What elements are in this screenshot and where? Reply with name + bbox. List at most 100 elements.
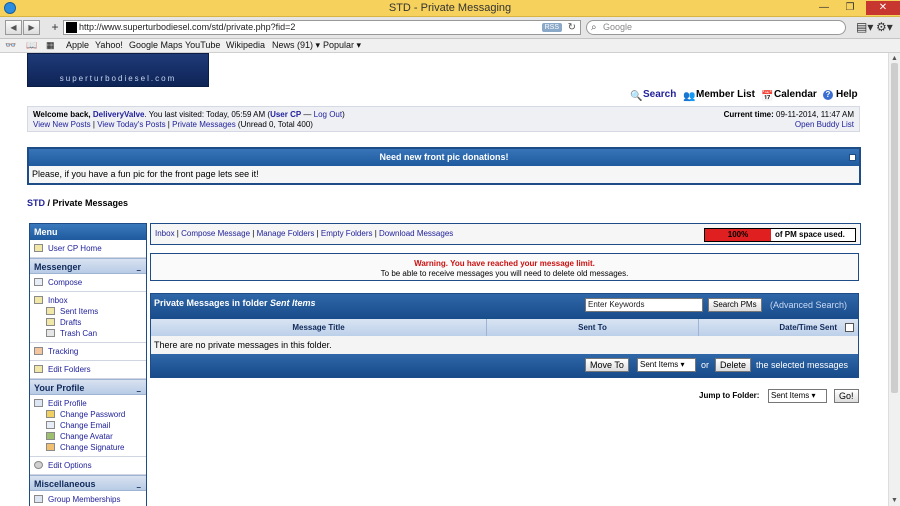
jump-folder-select[interactable]: Sent Items ▾ <box>768 389 827 403</box>
manage-folders-link[interactable]: Manage Folders <box>257 229 315 238</box>
forward-icon[interactable]: ▶ <box>23 20 40 35</box>
menu-item-inbox[interactable]: Inbox <box>30 295 146 306</box>
reading-list-icon[interactable]: 👓 <box>5 40 16 51</box>
scroll-up-icon[interactable]: ▲ <box>891 55 898 62</box>
reload-icon[interactable]: ↻ <box>568 21 576 34</box>
browser-toolbar: ◀ ▶ + http://www.superturbodiesel.com/st… <box>0 17 900 39</box>
username-link[interactable]: DeliveryValve <box>93 110 145 119</box>
jump-label: Jump to Folder: <box>699 391 760 400</box>
pm-toolbar: Inbox | Compose Message | Manage Folders… <box>150 223 861 245</box>
bookmark-yahoo[interactable]: Yahoo! <box>95 40 123 50</box>
menu-item-label: Drafts <box>60 318 82 327</box>
menu-item-edit-options[interactable]: Edit Options <box>30 460 146 471</box>
go-button[interactable]: Go! <box>834 389 859 403</box>
search-field[interactable]: ⌕ Google <box>586 20 846 35</box>
folder-select[interactable]: Sent Items ▾ <box>637 358 696 372</box>
site-logo[interactable]: superturbodiesel.com <box>27 53 209 87</box>
bookmark-youtube[interactable]: YouTube <box>185 40 220 50</box>
menu-item-user-cp-home[interactable]: User CP Home <box>30 243 146 254</box>
menu-item-label: Change Email <box>60 421 111 430</box>
menu-item-change-password[interactable]: Change Password <box>30 409 146 420</box>
download-messages-link[interactable]: Download Messages <box>379 229 453 238</box>
address-bar[interactable]: http://www.superturbodiesel.com/std/priv… <box>63 20 581 35</box>
pm-links: Inbox | Compose Message | Manage Folders… <box>155 229 453 238</box>
collapse-icon[interactable] <box>849 154 856 161</box>
menu-item-label: Edit Options <box>48 461 92 470</box>
menu-item-label: Inbox <box>48 296 68 305</box>
menu-item-sent-items[interactable]: Sent Items <box>30 306 146 317</box>
menu-item-group-memberships[interactable]: Group Memberships <box>30 494 146 505</box>
menu-item-label: Change Password <box>60 410 126 419</box>
menu-group-compose: Compose <box>30 274 146 292</box>
quick-links: View New Posts | View Today's Posts | Pr… <box>33 120 313 129</box>
keywords-input[interactable]: Enter Keywords <box>585 298 703 312</box>
bookmark-apple[interactable]: Apple <box>66 40 89 50</box>
scroll-thumb[interactable] <box>891 63 898 393</box>
help-link[interactable]: Help <box>836 89 858 100</box>
menu-item-trash-can[interactable]: Trash Can <box>30 328 146 339</box>
pm-inbox-link[interactable]: Inbox <box>155 229 175 238</box>
bookmark-wikipedia[interactable]: Wikipedia <box>226 40 265 50</box>
back-icon[interactable]: ◀ <box>5 20 22 35</box>
select-all-checkbox[interactable] <box>845 323 854 332</box>
open-buddy-list-link[interactable]: Open Buddy List <box>795 120 854 129</box>
folder-select-value: Sent Items <box>640 360 679 369</box>
calendar-link[interactable]: Calendar <box>774 89 817 100</box>
view-new-posts-link[interactable]: View New Posts <box>33 120 91 129</box>
user-cp-link[interactable]: User CP <box>270 110 301 119</box>
vertical-scrollbar[interactable]: ▲ ▼ <box>888 53 900 506</box>
bookmark-google-maps[interactable]: Google Maps <box>129 40 183 50</box>
menu-item-label: Change Signature <box>60 443 125 452</box>
top-navigation: 🔍 Search 👥 Member List 📅 Calendar ? Help <box>628 89 860 103</box>
current-time-value: 09-11-2014, 11:47 AM <box>773 110 854 119</box>
delete-button[interactable]: Delete <box>715 358 752 372</box>
scroll-down-icon[interactable]: ▼ <box>891 497 898 504</box>
bookmark-news[interactable]: News (91) ▾ <box>272 40 320 51</box>
menu-category-label: Your Profile <box>34 383 85 393</box>
move-to-button[interactable]: Move To <box>585 358 629 372</box>
minimize-icon[interactable]: — <box>812 1 836 15</box>
top-sites-icon[interactable]: ▦ <box>46 40 55 51</box>
gear-icon[interactable]: ⚙▾ <box>876 20 893 34</box>
bookmarks-bar: 👓 📖 ▦ Apple Yahoo! Google Maps YouTube W… <box>0 39 900 53</box>
pm-table-footer: Move To Sent Items ▾ or Delete the selec… <box>151 354 858 377</box>
column-sent-to[interactable]: Sent To <box>487 319 699 336</box>
search-link[interactable]: Search <box>643 89 676 100</box>
menu-item-edit-profile[interactable]: Edit Profile <box>30 398 146 409</box>
member-list-link[interactable]: Member List <box>696 89 755 100</box>
help-icon: ? <box>823 90 833 100</box>
search-icon: ⌕ <box>591 22 597 33</box>
page-menu-icon[interactable]: ▤▾ <box>856 20 873 34</box>
add-bookmark-icon[interactable]: + <box>48 20 62 35</box>
menu-item-change-email[interactable]: Change Email <box>30 420 146 431</box>
rss-icon[interactable]: RSS <box>541 23 562 32</box>
restore-icon[interactable]: ❐ <box>838 1 862 15</box>
breadcrumb-root-link[interactable]: STD <box>27 198 45 208</box>
logout-link[interactable]: Log Out <box>314 110 342 119</box>
menu-item-tracking[interactable]: Tracking <box>30 346 146 357</box>
current-time-label: Current time: <box>723 110 774 119</box>
bookmarks-icon[interactable]: 📖 <box>26 40 37 51</box>
column-message-title[interactable]: Message Title <box>151 319 487 336</box>
menu-item-edit-folders[interactable]: Edit Folders <box>30 364 146 375</box>
menu-item-compose[interactable]: Compose <box>30 277 146 288</box>
private-messages-link[interactable]: Private Messages <box>172 120 236 129</box>
menu-category-miscellaneous: Miscellaneous – <box>30 475 146 492</box>
bookmark-popular[interactable]: Popular ▾ <box>323 40 361 51</box>
empty-folders-link[interactable]: Empty Folders <box>321 229 373 238</box>
menu-item-label: User CP Home <box>48 244 102 253</box>
pm-folder-name: Sent Items <box>270 298 316 308</box>
or-text: or <box>701 360 710 370</box>
menu-item-change-signature[interactable]: Change Signature <box>30 442 146 453</box>
column-date-time-sent[interactable]: Date/Time Sent <box>699 319 840 336</box>
welcome-prefix: Welcome back, <box>33 110 91 119</box>
compose-message-link[interactable]: Compose Message <box>181 229 250 238</box>
folder-edit-icon <box>34 365 43 373</box>
close-window-icon[interactable]: ✕ <box>866 1 900 15</box>
menu-item-drafts[interactable]: Drafts <box>30 317 146 328</box>
view-todays-posts-link[interactable]: View Today's Posts <box>97 120 165 129</box>
menu-item-change-avatar[interactable]: Change Avatar <box>30 431 146 442</box>
advanced-search-link[interactable]: (Advanced Search) <box>770 300 847 310</box>
search-pms-button[interactable]: Search PMs <box>708 298 762 312</box>
logo-text: superturbodiesel.com <box>59 74 177 83</box>
